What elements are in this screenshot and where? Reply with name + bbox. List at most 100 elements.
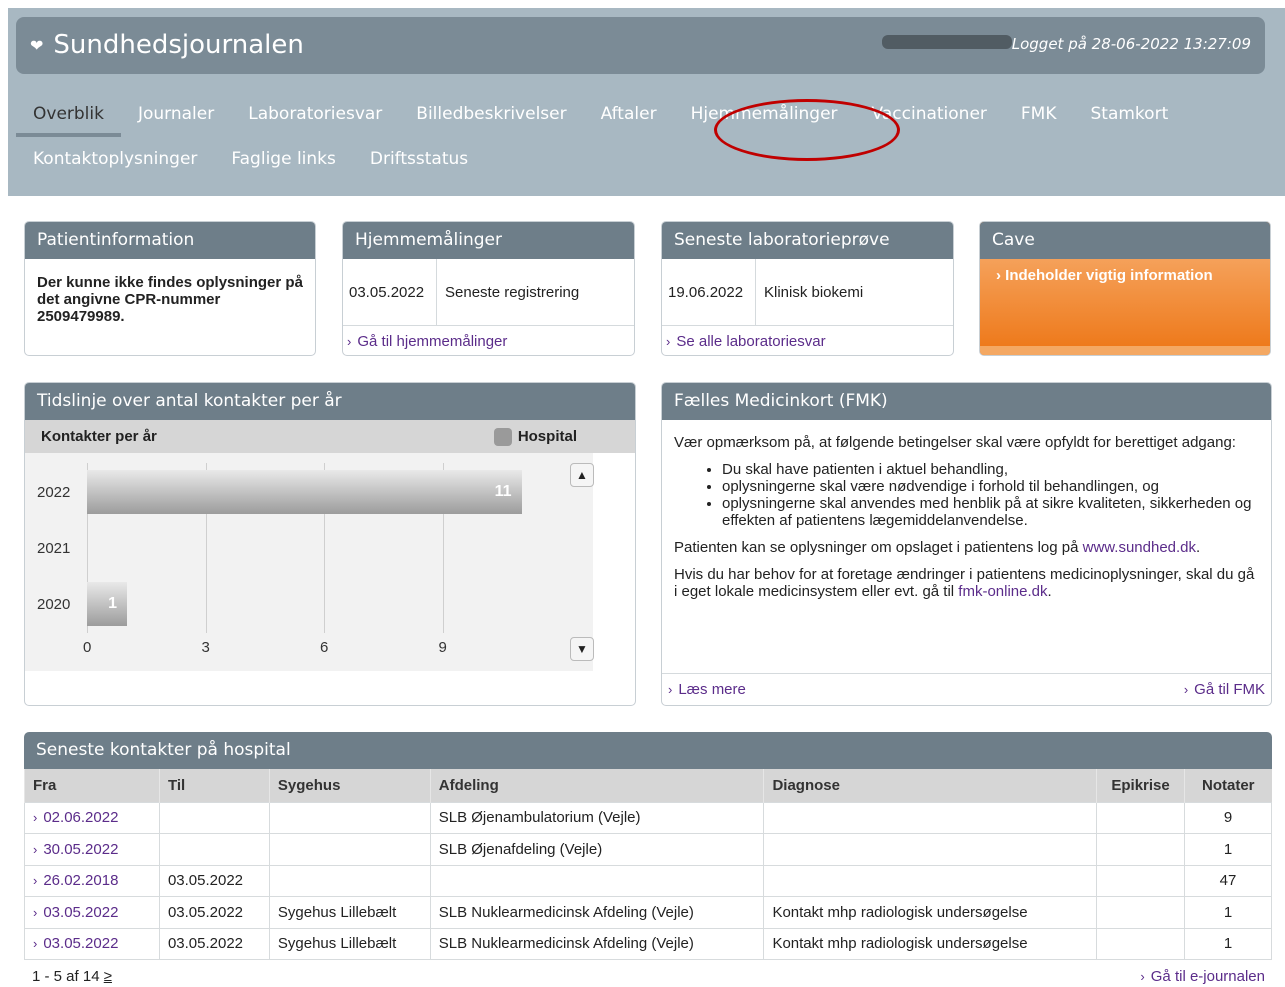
redacted-username (882, 35, 1012, 49)
patient-info-panel: Patientinformation Der kunne ikke findes… (24, 221, 316, 356)
link-text[interactable]: Se alle laboratoriesvar (676, 333, 825, 350)
link-text[interactable]: Gå til hjemmemålinger (357, 333, 507, 350)
link-text[interactable]: 03.05.2022 (43, 935, 118, 952)
patient-message: Der kunne ikke findes oplysninger på det… (37, 274, 303, 325)
nav-tab-laboratoriesvar[interactable]: Laboratoriesvar (231, 92, 399, 137)
goto-ejournal-link[interactable]: › Gå til e-journalen (1140, 968, 1265, 986)
read-more-link[interactable]: › Læs mere (668, 681, 746, 699)
table-row[interactable]: › 03.05.2022 03.05.2022 Sygehus Lillebælt SL… (24, 896, 1272, 929)
y-category-label: 2021 (37, 540, 71, 557)
chart-bar[interactable]: 1 (87, 582, 127, 626)
nav-tab-aftaler[interactable]: Aftaler (584, 92, 674, 137)
pager-next-link[interactable]: ≥ (104, 968, 112, 985)
column-header[interactable]: Notater (1184, 769, 1272, 802)
column-header[interactable]: Diagnose (763, 769, 1097, 802)
y-category-label: 2022 (37, 484, 71, 501)
from-date-link[interactable]: › 03.05.2022 (24, 927, 160, 960)
fmk-condition-item: oplysningerne skal være nødvendige i for… (722, 478, 1259, 495)
label-cell: Klinisk biokemi (764, 283, 864, 301)
date-cell: 19.06.2022 (662, 259, 756, 325)
from-date-link[interactable]: › 03.05.2022 (24, 896, 160, 929)
chevron-right-icon: › (33, 936, 38, 952)
cave-text[interactable]: Indeholder vigtig information (1005, 267, 1213, 284)
table-cell: 1 (1184, 927, 1272, 960)
column-header[interactable]: Til (158, 769, 270, 802)
chevron-right-icon: › (1140, 969, 1145, 984)
cave-panel: Cave › Indeholder vigtig information (979, 221, 1271, 356)
app-logo[interactable]: ❤ Sundhedsjournalen (30, 30, 304, 60)
link-text[interactable]: Gå til e-journalen (1151, 968, 1265, 985)
fmk-log-text: Patienten kan se oplysninger om opslaget… (674, 539, 1083, 556)
table-cell (158, 801, 270, 834)
nav-tab-billedbeskrivelser[interactable]: Billedbeskrivelser (399, 92, 583, 137)
link-text[interactable]: Læs mere (678, 681, 746, 698)
from-date-link[interactable]: › 26.02.2018 (24, 864, 160, 897)
fmk-intro: Vær opmærksom på, at følgende betingelse… (674, 434, 1236, 451)
nav-tab-faglige-links[interactable]: Faglige links (214, 137, 352, 182)
table-row[interactable]: › 30.05.2022 SLB Øjenafdeling (Vejle) 1 (24, 833, 1272, 866)
x-tick-label: 3 (201, 639, 210, 656)
hjemmemaalinger-panel: Hjemmemålinger 03.05.2022 Seneste regist… (342, 221, 635, 356)
table-cell (1096, 833, 1186, 866)
legend-label: Hospital (517, 428, 577, 445)
table-row[interactable]: › 26.02.2018 03.05.2022 47 (24, 864, 1272, 897)
chevron-right-icon: › (33, 810, 38, 826)
scroll-down-button[interactable]: ▼ (570, 637, 594, 661)
from-date-link[interactable]: › 02.06.2022 (24, 801, 160, 834)
table-cell: 03.05.2022 (158, 896, 270, 929)
table-cell: Kontakt mhp radiologisk undersøgelse (763, 896, 1098, 929)
goto-fmk-link[interactable]: › Gå til FMK (1184, 681, 1265, 699)
main-nav: Overblik Journaler Laboratoriesvar Billedbe… (16, 92, 1265, 182)
table-cell (763, 864, 1098, 897)
table-cell (1096, 864, 1186, 897)
link-text[interactable]: Gå til FMK (1194, 681, 1265, 698)
lab-row: 19.06.2022 Klinisk biokemi (662, 259, 953, 326)
nav-tab-overblik[interactable]: Overblik (16, 92, 121, 137)
panel-title: Cave (980, 222, 1270, 259)
table-cell (1096, 927, 1186, 960)
nav-row-1: Overblik Journaler Laboratoriesvar Billedbe… (16, 92, 1265, 137)
nav-tab-driftsstatus[interactable]: Driftsstatus (353, 137, 485, 182)
chart-bar[interactable]: 11 (87, 470, 522, 514)
panel-title: Hjemmemålinger (343, 222, 634, 259)
table-cell (268, 833, 431, 866)
from-date-link[interactable]: › 30.05.2022 (24, 833, 160, 866)
nav-tab-fmk[interactable]: FMK (1004, 92, 1074, 137)
table-row[interactable]: › 02.06.2022 SLB Øjenambulatorium (Vejle) 9 (24, 801, 1272, 834)
panel-title: Tidslinje over antal kontakter per år (25, 383, 635, 420)
date-cell: 03.05.2022 (343, 259, 437, 325)
fmk-conditions-list: Du skal have patienten i aktuel behandli… (722, 461, 1259, 529)
table-cell (1096, 801, 1186, 834)
chevron-down-icon: ❤ (30, 35, 44, 55)
table-cell: Kontakt mhp radiologisk undersøgelse (763, 927, 1098, 960)
nav-tab-kontaktoplysninger[interactable]: Kontaktoplysninger (16, 137, 214, 182)
nav-row-2: Kontaktoplysninger Faglige links Driftssta… (16, 137, 1265, 182)
nav-tab-stamkort[interactable]: Stamkort (1074, 92, 1186, 137)
fmk-panel: Fælles Medicinkort (FMK) Vær opmærksom p… (661, 382, 1272, 706)
x-tick-label: 0 (83, 639, 92, 656)
goto-hjemmemaalinger-link[interactable]: › Gå til hjemmemålinger (343, 326, 634, 355)
link-text[interactable]: 03.05.2022 (43, 904, 118, 921)
table-row[interactable]: › 03.05.2022 03.05.2022 Sygehus Lillebælt SL… (24, 927, 1272, 960)
fmk-online-link[interactable]: fmk-online.dk (958, 583, 1047, 600)
column-header[interactable]: Afdeling (429, 769, 764, 802)
table-cell: 03.05.2022 (158, 927, 270, 960)
x-tick-label: 9 (438, 639, 447, 656)
chevron-right-icon: › (666, 333, 671, 349)
column-header[interactable]: Sygehus (268, 769, 431, 802)
scroll-up-button[interactable]: ▲ (570, 463, 594, 487)
link-text[interactable]: 30.05.2022 (43, 841, 118, 858)
chevron-right-icon: › (33, 904, 38, 920)
chart-legend[interactable]: Hospital (493, 427, 577, 446)
nav-tab-journaler[interactable]: Journaler (121, 92, 231, 137)
sundhed-link[interactable]: www.sundhed.dk (1083, 539, 1196, 556)
table-cell: Sygehus Lillebælt (268, 896, 431, 929)
cave-body[interactable]: › Indeholder vigtig information (980, 259, 1270, 355)
link-text[interactable]: 02.06.2022 (43, 809, 118, 826)
see-all-lab-link[interactable]: › Se alle laboratoriesvar (662, 326, 953, 355)
table-cell (763, 801, 1098, 834)
link-text[interactable]: 26.02.2018 (43, 872, 118, 889)
lab-panel: Seneste laboratorieprøve 19.06.2022 Klin… (661, 221, 954, 356)
column-header[interactable]: Fra (24, 769, 160, 802)
column-header[interactable]: Epikrise (1096, 769, 1185, 802)
